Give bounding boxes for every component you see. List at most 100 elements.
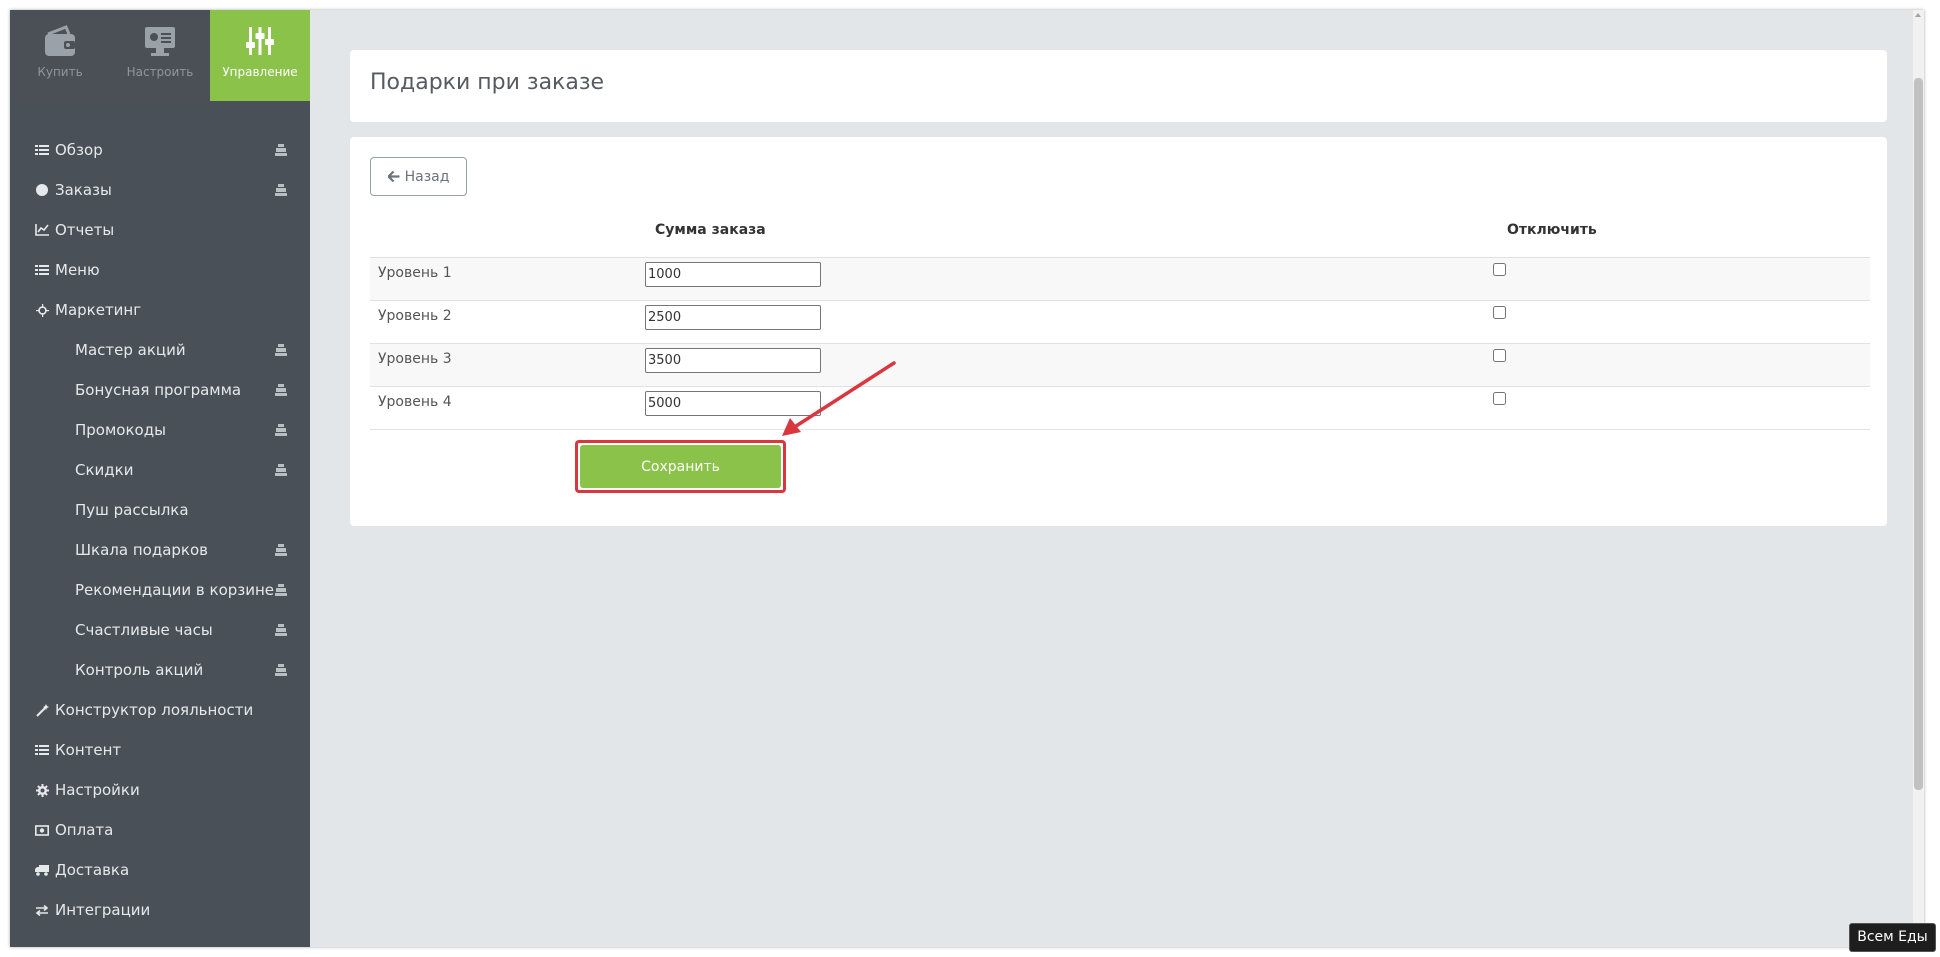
- sidebar-item-payment[interactable]: Оплата: [10, 810, 310, 850]
- sidebar-item-label: Счастливые часы: [75, 621, 213, 639]
- sidebar-item-happy-hours[interactable]: Счастливые часы: [10, 610, 310, 650]
- page-title: Подарки при заказе: [370, 70, 605, 95]
- sidebar-item-settings[interactable]: Настройки: [10, 770, 310, 810]
- sidebar-item-label: Конструктор лояльности: [55, 701, 254, 719]
- sidebar-item-reports[interactable]: Отчеты: [10, 210, 310, 250]
- order-sum-input[interactable]: [645, 305, 821, 330]
- sidebar-item-loyalty-builder[interactable]: Конструктор лояльности: [10, 690, 310, 730]
- topnav-buy-label: Купить: [37, 65, 83, 79]
- order-sum-input[interactable]: [645, 348, 821, 373]
- money-icon: [35, 823, 49, 837]
- sidebar-item-label: Маркетинг: [55, 301, 142, 319]
- gift-levels-card: Назад Сумма заказа Отключить Уровень 1 У…: [350, 137, 1887, 526]
- table-divider: [370, 429, 1870, 430]
- back-button-label: Назад: [404, 168, 450, 185]
- top-nav: Купить Настроить Управление: [10, 10, 310, 101]
- register-icon: [274, 663, 288, 677]
- list-icon: [35, 143, 49, 157]
- column-header-disable: Отключить: [1507, 222, 1597, 238]
- disable-checkbox[interactable]: [1493, 263, 1506, 276]
- register-icon: [274, 543, 288, 557]
- sidebar-item-label: Шкала подарков: [75, 541, 208, 559]
- line-chart-icon: [35, 223, 49, 237]
- register-icon: [274, 183, 288, 197]
- topnav-manage-label: Управление: [222, 65, 298, 79]
- page-header: Подарки при заказе: [350, 50, 1887, 122]
- table-row: Уровень 3: [370, 343, 1870, 386]
- table-row: Уровень 4: [370, 386, 1870, 429]
- disable-checkbox[interactable]: [1493, 349, 1506, 362]
- scrollbar-thumb[interactable]: [1914, 78, 1923, 790]
- list-icon: [35, 743, 49, 757]
- exchange-icon: [35, 903, 49, 917]
- sidebar-item-label: Промокоды: [75, 421, 166, 439]
- sidebar-item-push[interactable]: Пуш рассылка: [10, 490, 310, 530]
- sidebar-item-gift-scale[interactable]: Шкала подарков: [10, 530, 310, 570]
- level-label: Уровень 4: [378, 394, 452, 410]
- level-label: Уровень 2: [378, 308, 452, 324]
- crosshair-icon: [35, 303, 49, 317]
- sidebar-item-overview[interactable]: Обзор: [10, 130, 310, 170]
- sidebar-item-label: Контроль акций: [75, 661, 204, 679]
- sidebar-item-label: Скидки: [75, 461, 134, 479]
- sidebar-item-label: Меню: [55, 261, 100, 279]
- sliders-icon: [210, 24, 310, 60]
- app-window: Купить Настроить Управление Обзор Заказы…: [10, 10, 1924, 947]
- order-sum-input[interactable]: [645, 262, 821, 287]
- sidebar-item-promo-control[interactable]: Контроль акций: [10, 650, 310, 690]
- sidebar-item-label: Обзор: [55, 141, 103, 159]
- sidebar-item-bonus-program[interactable]: Бонусная программа: [10, 370, 310, 410]
- level-label: Уровень 3: [378, 351, 452, 367]
- topnav-manage[interactable]: Управление: [210, 10, 310, 101]
- save-button[interactable]: Сохранить: [580, 445, 781, 488]
- table-row: Уровень 1: [370, 257, 1870, 300]
- topnav-configure-label: Настроить: [126, 65, 194, 79]
- order-sum-input[interactable]: [645, 391, 821, 416]
- register-icon: [274, 343, 288, 357]
- sidebar-item-label: Доставка: [55, 861, 130, 879]
- sidebar-item-promocodes[interactable]: Промокоды: [10, 410, 310, 450]
- sidebar-item-label: Заказы: [55, 181, 112, 199]
- sidebar-item-orders[interactable]: Заказы: [10, 170, 310, 210]
- monitor-gear-icon: [110, 24, 210, 60]
- sidebar-item-label: Бонусная программа: [75, 381, 242, 399]
- sidebar-item-delivery[interactable]: Доставка: [10, 850, 310, 890]
- gear-icon: [35, 783, 49, 797]
- sidebar-menu: Обзор Заказы Отчеты Меню Маркетинг Масте…: [10, 130, 310, 930]
- sidebar-item-promo-master[interactable]: Мастер акций: [10, 330, 310, 370]
- back-button[interactable]: Назад: [370, 157, 467, 196]
- topnav-buy[interactable]: Купить: [10, 10, 110, 101]
- brand-badge: Всем Еды: [1849, 923, 1936, 952]
- sidebar-item-label: Интеграции: [55, 901, 151, 919]
- sidebar-item-discounts[interactable]: Скидки: [10, 450, 310, 490]
- disable-checkbox[interactable]: [1493, 392, 1506, 405]
- sidebar-item-label: Настройки: [55, 781, 140, 799]
- sidebar-item-label: Контент: [55, 741, 122, 759]
- sidebar-item-label: Рекомендации в корзине: [75, 581, 275, 599]
- list-icon: [35, 263, 49, 277]
- level-label: Уровень 1: [378, 265, 452, 281]
- sidebar-item-menu[interactable]: Меню: [10, 250, 310, 290]
- sidebar-item-label: Мастер акций: [75, 341, 186, 359]
- register-icon: [274, 143, 288, 157]
- topnav-configure[interactable]: Настроить: [110, 10, 210, 101]
- vertical-scrollbar[interactable]: [1913, 10, 1924, 947]
- circle-icon: [35, 183, 49, 197]
- disable-checkbox[interactable]: [1493, 306, 1506, 319]
- sidebar-item-label: Отчеты: [55, 221, 115, 239]
- sidebar-item-content[interactable]: Контент: [10, 730, 310, 770]
- sidebar-item-cart-recommendations[interactable]: Рекомендации в корзине: [10, 570, 310, 610]
- sidebar: Купить Настроить Управление Обзор Заказы…: [10, 10, 310, 947]
- register-icon: [274, 463, 288, 477]
- register-icon: [274, 623, 288, 637]
- arrow-left-icon: [387, 171, 400, 182]
- scroll-up-icon[interactable]: [1915, 13, 1921, 17]
- column-header-sum: Сумма заказа: [655, 222, 766, 238]
- sidebar-item-label: Пуш рассылка: [75, 501, 189, 519]
- truck-icon: [35, 863, 49, 877]
- register-icon: [274, 423, 288, 437]
- sidebar-item-marketing[interactable]: Маркетинг: [10, 290, 310, 330]
- wallet-icon: [10, 24, 110, 60]
- sidebar-item-label: Оплата: [55, 821, 114, 839]
- sidebar-item-integrations[interactable]: Интеграции: [10, 890, 310, 930]
